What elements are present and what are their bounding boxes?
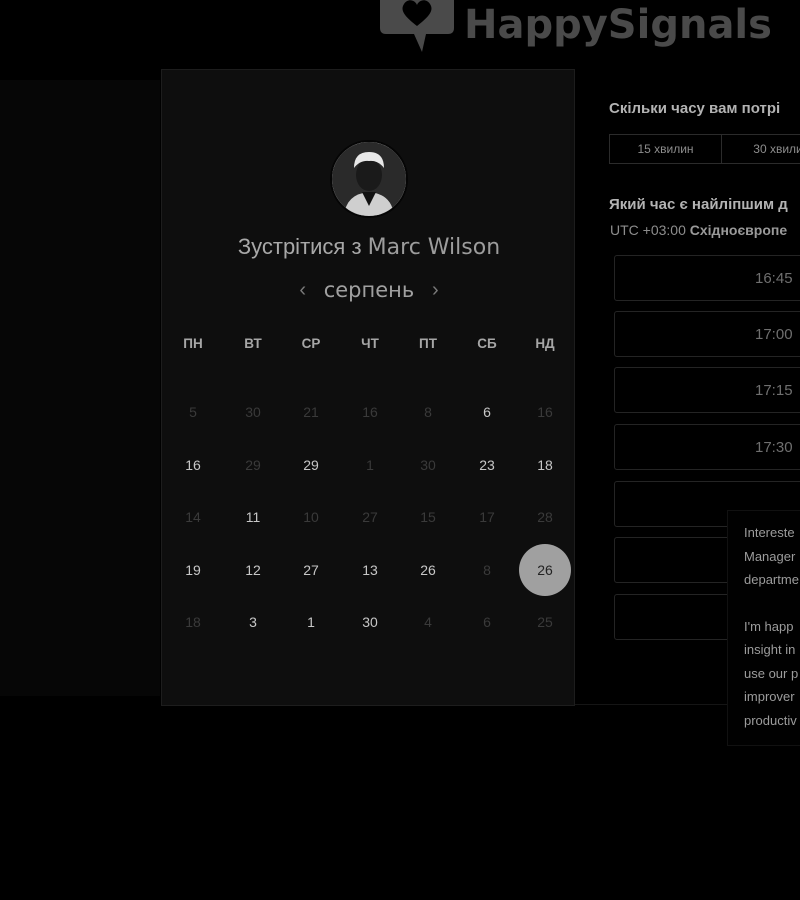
weekday-label: ПН [183, 335, 203, 351]
calendar-day: 1 [366, 456, 374, 473]
host-name: Marc Wilson [367, 235, 501, 260]
weekday-header-row: ПН ВТ СР ЧТ ПТ СБ НД [162, 328, 576, 386]
meeting-title: Зустрітися з Marc Wilson [162, 234, 576, 260]
calendar-day[interactable]: 26 [402, 544, 454, 596]
calendar-day[interactable]: 12 [227, 544, 279, 596]
backdrop [0, 80, 160, 696]
calendar-day[interactable]: 19 [167, 544, 219, 596]
weekday-label: НД [535, 335, 555, 351]
calendar-day: 8 [483, 561, 491, 578]
person-photo [332, 142, 406, 216]
calendar-day[interactable]: 29 [285, 439, 337, 491]
duration-question: Скільки часу вам потрі [609, 100, 781, 117]
promo-paragraph-2: I'm happ insight in use our p improver produ… [744, 615, 800, 733]
calendar-day: 16 [537, 404, 553, 420]
month-navigator: ‹ серпень › [162, 278, 576, 302]
calendar-week-row: 16 29 29 1 30 23 18 [162, 439, 576, 492]
calendar-week-row: 14 11 10 27 15 17 28 [162, 491, 576, 544]
promo-line: improver [744, 689, 795, 704]
calendar-day: 8 [424, 404, 432, 420]
calendar-panel: Зустрітися з Marc Wilson ‹ серпень › ПН В… [161, 69, 575, 706]
heart-chat-icon [380, 0, 454, 52]
calendar-day: 28 [537, 509, 553, 525]
calendar-day: 4 [424, 614, 432, 630]
logo: HappySignals [378, 0, 772, 54]
calendar-week-row: 18 3 1 30 4 6 25 [162, 596, 576, 649]
calendar-day[interactable]: 1 [285, 596, 337, 648]
promo-line: use our p [744, 665, 799, 681]
timezone-label[interactable]: UTC +03:00 Східноєвропе [610, 222, 787, 238]
calendar-day: 18 [185, 614, 201, 630]
calendar-day: 30 [420, 456, 436, 473]
duration-option-30[interactable]: 30 хвили [722, 134, 800, 164]
calendar-day[interactable]: 13 [344, 544, 396, 596]
page: HappySignals Зустрітися з Marc Wilson ‹ … [0, 0, 800, 900]
calendar-day[interactable]: 27 [285, 544, 337, 596]
calendar-day: 16 [362, 404, 378, 420]
calendar-week-row: 19 12 27 13 26 8 26 [162, 543, 576, 597]
calendar-day: 30 [245, 404, 261, 420]
calendar-day[interactable]: 23 [461, 439, 513, 491]
next-month-chevron-icon[interactable]: › [428, 279, 442, 302]
promo-popup: Intereste Manager departme I'm happ insight… [727, 510, 800, 746]
calendar-day[interactable]: 3 [227, 596, 279, 648]
calendar-day: 10 [303, 509, 319, 525]
time-slot-button[interactable]: 17:15 [614, 367, 800, 413]
calendar-day-selected[interactable]: 26 [519, 543, 571, 596]
calendar-grid: ПН ВТ СР ЧТ ПТ СБ НД 5 30 21 16 8 6 16 16 29 29 1 30 23 18 14… [162, 328, 576, 649]
meeting-title-prefix: Зустрітися з [237, 234, 368, 259]
calendar-day: 15 [420, 509, 436, 525]
duration-option-15[interactable]: 15 хвилин [609, 134, 722, 164]
promo-line: I'm happ [744, 618, 794, 634]
calendar-day: 25 [537, 614, 553, 630]
duration-options: 15 хвилин 30 хвили [609, 134, 800, 164]
calendar-day: 21 [303, 404, 319, 420]
calendar-day: 14 [185, 509, 201, 525]
logo-text: HappySignals [464, 2, 772, 48]
calendar-week-row: 5 30 21 16 8 6 16 [162, 386, 576, 439]
promo-line: productiv [744, 712, 797, 728]
weekday-label: ВТ [244, 335, 262, 351]
calendar-day[interactable]: 30 [344, 596, 396, 648]
avatar [330, 140, 408, 218]
calendar-day[interactable]: 16 [167, 439, 219, 491]
time-slot-button[interactable]: 16:45 [614, 255, 800, 301]
promo-line: Manager [744, 548, 796, 564]
calendar-day: 29 [245, 456, 261, 473]
timezone-name: Східноєвропе [689, 222, 788, 238]
timezone-offset: UTC +03:00 [610, 222, 690, 238]
promo-line: departme [744, 572, 799, 587]
promo-paragraph-1: Intereste Manager departme [744, 521, 800, 592]
time-slot-button[interactable]: 17:00 [614, 311, 800, 357]
calendar-day: 5 [189, 404, 197, 420]
weekday-label: ЧТ [361, 335, 379, 351]
weekday-label: СР [301, 335, 321, 351]
month-label: серпень [323, 278, 415, 302]
calendar-day: 27 [362, 509, 378, 525]
calendar-day: 17 [479, 509, 495, 525]
time-question: Який час є найліпшим д [609, 196, 788, 213]
promo-line: insight in [744, 642, 796, 657]
promo-line: Intereste [744, 525, 795, 540]
prev-month-chevron-icon[interactable]: ‹ [296, 279, 310, 302]
weekday-label: СБ [477, 335, 497, 351]
calendar-day[interactable]: 18 [519, 439, 571, 491]
weekday-label: ПТ [419, 335, 437, 351]
time-slot-button[interactable]: 17:30 [614, 424, 800, 470]
calendar-day[interactable]: 11 [227, 491, 279, 543]
calendar-day: 6 [483, 614, 491, 630]
calendar-day[interactable]: 6 [461, 386, 513, 438]
